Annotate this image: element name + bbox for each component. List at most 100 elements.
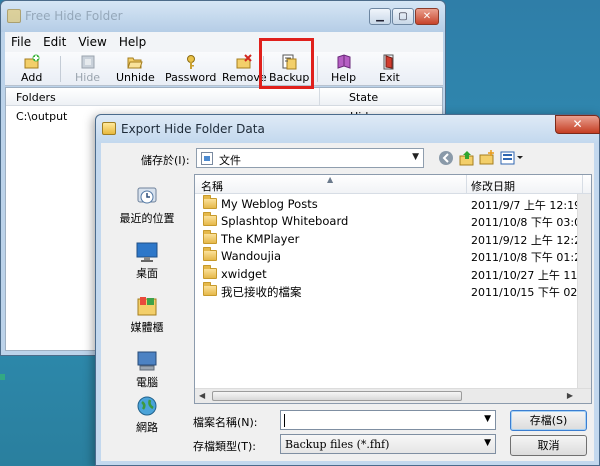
file-row[interactable]: Splashtop Whiteboard 2011/10/8 下午 03:09 <box>195 212 585 230</box>
column-divider[interactable] <box>319 88 320 106</box>
export-dialog: Export Hide Folder Data ✕ 儲存於(I): 文件 ▼ 最… <box>95 114 600 466</box>
file-date: 2011/10/27 上午 11:56 <box>471 269 581 282</box>
file-list[interactable]: 名稱 ▲ 修改日期 My Weblog Posts 2011/9/7 上午 12… <box>194 174 592 404</box>
dialog-nav-toolbar <box>436 148 566 168</box>
file-row[interactable]: My Weblog Posts 2011/9/7 上午 12:19 <box>195 195 585 213</box>
folder-icon <box>203 247 217 261</box>
unhide-button[interactable]: Unhide <box>116 54 155 84</box>
dialog-title-bar[interactable]: Export Hide Folder Data ✕ <box>96 115 600 143</box>
toolbar-separator <box>60 56 61 82</box>
column-header-folders[interactable]: Folders <box>16 91 56 104</box>
menu-bar: File Edit View Help <box>5 32 443 52</box>
recent-places-icon <box>135 186 159 208</box>
password-button[interactable]: Password <box>165 54 216 84</box>
chevron-down-icon[interactable]: ▼ <box>484 438 491 448</box>
column-divider[interactable] <box>582 175 583 194</box>
dialog-close-button[interactable]: ✕ <box>555 115 600 134</box>
toolbar-separator <box>317 56 318 82</box>
file-name: Splashtop Whiteboard <box>221 214 349 228</box>
open-folder-icon <box>127 54 144 70</box>
folder-icon <box>203 212 217 226</box>
file-row[interactable]: The KMPlayer 2011/9/12 上午 12:26 <box>195 230 585 248</box>
save-in-value: 文件 <box>219 154 241 167</box>
toolbar: Add Hide Unhide Password Remove Backup H… <box>5 52 443 86</box>
column-header-date[interactable]: 修改日期 <box>471 178 515 194</box>
place-network-label: 網路 <box>136 421 158 434</box>
place-desktop[interactable]: 桌面 <box>101 241 193 281</box>
exit-label: Exit <box>379 71 400 84</box>
hide-label: Hide <box>75 71 101 84</box>
file-list-header: 名稱 ▲ 修改日期 <box>195 175 591 194</box>
list-item-folder[interactable]: C:\output <box>16 110 67 123</box>
add-button[interactable]: Add <box>21 54 42 84</box>
filename-field[interactable]: ▼ <box>280 410 496 430</box>
filename-label: 檔案名稱(N): <box>193 416 258 429</box>
network-globe-icon <box>135 395 159 417</box>
scroll-thumb[interactable] <box>212 391 462 401</box>
menu-help[interactable]: Help <box>119 35 146 49</box>
column-header-state[interactable]: State <box>349 91 378 104</box>
vertical-scrollbar[interactable] <box>577 194 591 390</box>
key-icon <box>183 54 199 70</box>
menu-edit[interactable]: Edit <box>43 35 66 49</box>
dialog-folder-icon <box>102 122 116 135</box>
menu-file[interactable]: File <box>11 35 31 49</box>
documents-icon <box>201 152 213 165</box>
back-icon[interactable] <box>438 150 454 166</box>
up-folder-icon[interactable] <box>459 150 475 166</box>
menu-view[interactable]: View <box>78 35 106 49</box>
file-name: Wandoujia <box>221 249 282 263</box>
dialog-body: 儲存於(I): 文件 ▼ 最近的位置 桌面 媒體櫃 電腦 網路 名稱 ▲ 修改日… <box>101 143 594 461</box>
place-computer[interactable]: 電腦 <box>101 350 193 390</box>
hide-icon <box>80 54 96 70</box>
dialog-title: Export Hide Folder Data <box>121 122 265 136</box>
place-libraries[interactable]: 媒體櫃 <box>101 295 193 335</box>
view-menu-icon[interactable] <box>500 150 524 166</box>
place-network[interactable]: 網路 <box>101 395 193 435</box>
cancel-button[interactable]: 取消 <box>510 435 587 456</box>
save-button[interactable]: 存檔(S) <box>510 410 587 431</box>
list-header: Folders State <box>6 88 442 106</box>
remove-folder-icon <box>236 54 253 70</box>
save-in-dropdown[interactable]: 文件 ▼ <box>196 148 424 168</box>
exit-button[interactable]: Exit <box>379 54 400 84</box>
text-caret <box>284 414 285 427</box>
place-desktop-label: 桌面 <box>136 267 158 280</box>
filetype-value: Backup files (*.fhf) <box>285 438 390 451</box>
hide-button[interactable]: Hide <box>75 54 100 84</box>
file-date: 2011/9/7 上午 12:19 <box>471 199 581 212</box>
file-name: xwidget <box>221 267 267 281</box>
file-date: 2011/9/12 上午 12:26 <box>471 234 581 247</box>
folder-icon <box>203 265 217 279</box>
place-computer-label: 電腦 <box>136 376 158 389</box>
filetype-dropdown[interactable]: Backup files (*.fhf) ▼ <box>280 434 496 454</box>
unhide-label: Unhide <box>116 71 155 84</box>
help-button[interactable]: Help <box>331 54 356 84</box>
add-label: Add <box>21 71 43 84</box>
exit-door-icon <box>381 54 397 70</box>
file-name: My Weblog Posts <box>221 197 318 211</box>
desktop-icon <box>135 241 159 263</box>
close-button[interactable]: ✕ <box>415 8 439 25</box>
new-folder-icon[interactable] <box>479 150 495 166</box>
scroll-right-icon[interactable]: ▶ <box>567 391 573 400</box>
chevron-down-icon[interactable]: ▼ <box>412 152 419 162</box>
chevron-down-icon[interactable]: ▼ <box>484 414 491 424</box>
column-divider[interactable] <box>466 175 467 194</box>
file-date: 2011/10/8 下午 03:09 <box>471 216 581 229</box>
help-book-icon <box>336 54 352 70</box>
minimize-button[interactable]: ▁ <box>369 8 391 25</box>
file-row[interactable]: 我已接收的檔案 2011/10/15 下午 02:46 <box>195 282 585 300</box>
file-row[interactable]: xwidget 2011/10/27 上午 11:56 <box>195 265 585 283</box>
filename-input[interactable] <box>283 412 478 428</box>
folder-icon <box>203 195 217 209</box>
place-recent[interactable]: 最近的位置 <box>101 186 193 226</box>
file-row[interactable]: Wandoujia 2011/10/8 下午 01:23 <box>195 247 585 265</box>
maximize-button[interactable]: ▢ <box>392 8 414 25</box>
main-title-bar[interactable]: Free Hide Folder ▁ ▢ ✕ <box>1 1 445 32</box>
column-header-name[interactable]: 名稱 <box>201 178 223 194</box>
places-bar: 最近的位置 桌面 媒體櫃 電腦 網路 <box>101 174 193 434</box>
horizontal-scrollbar[interactable]: ◀ ▶ <box>195 388 591 403</box>
place-recent-label: 最近的位置 <box>119 212 175 225</box>
scroll-left-icon[interactable]: ◀ <box>199 391 205 400</box>
